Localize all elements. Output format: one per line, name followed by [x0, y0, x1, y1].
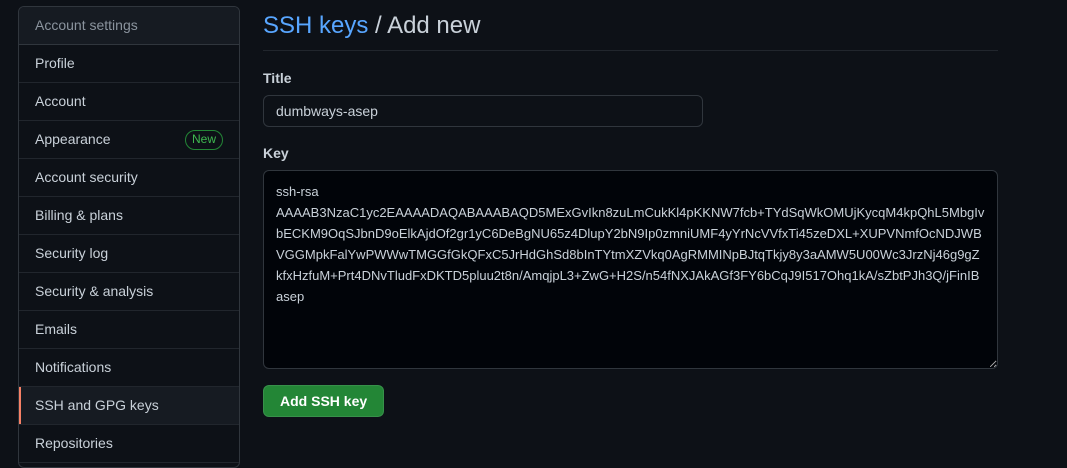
- title-label: Title: [263, 70, 292, 86]
- sidebar-header: Account settings: [19, 7, 239, 45]
- breadcrumb-ssh-keys-link[interactable]: SSH keys: [263, 12, 368, 39]
- sidebar-item-profile[interactable]: Profile: [19, 45, 239, 83]
- sidebar-item-repositories[interactable]: Repositories: [19, 425, 239, 463]
- add-ssh-key-button[interactable]: Add SSH key: [263, 385, 385, 417]
- breadcrumb-current: Add new: [387, 12, 481, 39]
- sidebar-item-account-security[interactable]: Account security: [19, 159, 239, 197]
- sidebar-item-security-log[interactable]: Security log: [19, 235, 239, 273]
- sidebar-item-billing[interactable]: Billing & plans: [19, 197, 239, 235]
- sidebar-item-security-analysis[interactable]: Security & analysis: [19, 273, 239, 311]
- key-textarea[interactable]: ssh-rsa AAAAB3NzaC1yc2EAAAADAQABAAABAQD5…: [263, 170, 998, 369]
- main-content: SSH keys / Add new Title Key ssh-rsa AAA…: [263, 0, 998, 417]
- sidebar-item-ssh-gpg-keys[interactable]: SSH and GPG keys: [19, 387, 239, 425]
- title-input[interactable]: [263, 95, 703, 127]
- settings-sidebar: Account settings Profile Account Appeara…: [18, 6, 240, 468]
- page-title: SSH keys / Add new: [263, 0, 998, 51]
- key-label: Key: [263, 145, 289, 161]
- sidebar-item-emails[interactable]: Emails: [19, 311, 239, 349]
- sidebar-item-label: Appearance: [35, 131, 111, 147]
- sidebar-item-account[interactable]: Account: [19, 83, 239, 121]
- sidebar-item-appearance[interactable]: Appearance New: [19, 121, 239, 159]
- new-badge: New: [184, 130, 223, 150]
- breadcrumb-separator: /: [368, 12, 388, 39]
- sidebar-item-notifications[interactable]: Notifications: [19, 349, 239, 387]
